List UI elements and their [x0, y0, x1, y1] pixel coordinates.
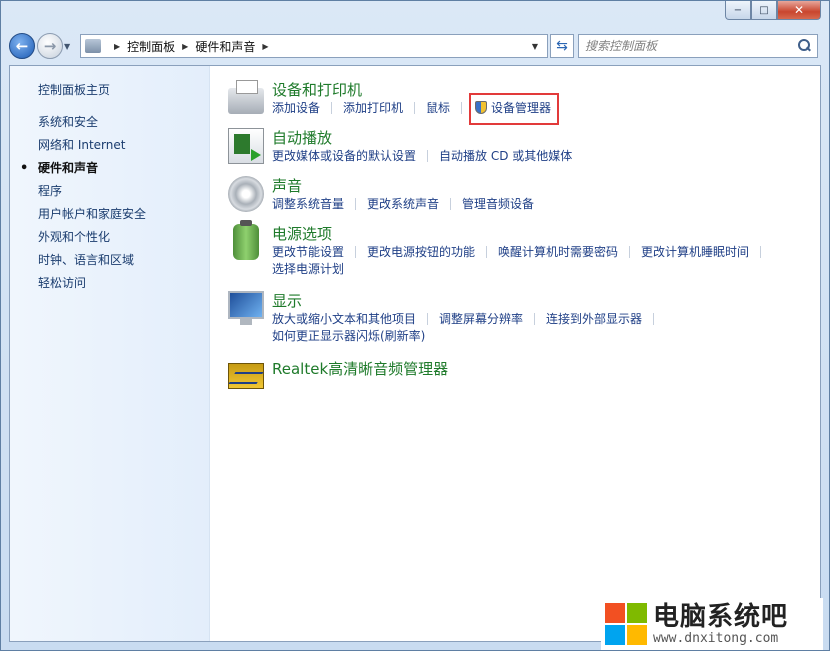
link-adjust-volume[interactable]: 调整系统音量 — [272, 196, 344, 213]
breadcrumb-arrow-icon[interactable]: ▶ — [182, 42, 188, 51]
caption-buttons: − □ ✕ — [725, 1, 821, 20]
sidebar-item-home[interactable]: 控制面板主页 — [10, 79, 209, 102]
category-realtek: Realtek高清晰音频管理器 — [228, 359, 820, 399]
link-change-system-sounds[interactable]: 更改系统声音 — [367, 196, 439, 213]
category-title[interactable]: 自动播放 — [272, 128, 572, 148]
highlight-box: 设备管理器 — [469, 93, 560, 125]
minimize-button[interactable]: − — [725, 1, 751, 20]
category-title[interactable]: 声音 — [272, 176, 534, 196]
sidebar-item-clock-language[interactable]: 时钟、语言和区域 — [10, 249, 209, 272]
back-button[interactable]: ← — [9, 33, 35, 59]
control-panel-icon — [85, 39, 101, 53]
realtek-audio-icon[interactable] — [228, 363, 264, 389]
content-area: 控制面板主页 系统和安全 网络和 Internet 硬件和声音 程序 用户帐户和… — [9, 65, 821, 642]
control-panel-window: − □ ✕ ← → ▼ ▶ 控制面板 ▶ 硬件和声音 ▶ ▼ ⇆ 控制面板主页 … — [0, 0, 830, 651]
sidebar-item-programs[interactable]: 程序 — [10, 180, 209, 203]
search-icon[interactable] — [797, 39, 811, 53]
watermark-url: www.dnxitong.com — [653, 630, 779, 646]
category-sound: 声音 调整系统音量 更改系统声音 管理音频设备 — [228, 176, 820, 224]
battery-icon[interactable] — [233, 220, 259, 260]
watermark-title: 电脑系统吧 — [653, 601, 789, 632]
category-devices-printers: 设备和打印机 添加设备 添加打印机 鼠标 设备管理器 — [228, 80, 820, 128]
link-manage-audio-devices[interactable]: 管理音频设备 — [462, 196, 534, 213]
link-power-button-function[interactable]: 更改电源按钮的功能 — [367, 244, 475, 261]
shield-icon — [475, 101, 488, 114]
search-input[interactable] — [585, 39, 797, 53]
sidebar-item-system-security[interactable]: 系统和安全 — [10, 111, 209, 134]
link-mouse[interactable]: 鼠标 — [426, 100, 450, 125]
navigation-bar: ← → ▼ ▶ 控制面板 ▶ 硬件和声音 ▶ ▼ ⇆ — [9, 29, 821, 63]
link-add-device[interactable]: 添加设备 — [272, 100, 320, 125]
recent-pages-dropdown-icon[interactable]: ▼ — [64, 42, 76, 51]
close-button[interactable]: ✕ — [777, 1, 821, 20]
link-change-power-saving[interactable]: 更改节能设置 — [272, 244, 344, 261]
link-external-display[interactable]: 连接到外部显示器 — [546, 311, 642, 328]
autoplay-icon[interactable] — [228, 128, 264, 164]
refresh-icon: ⇆ — [556, 38, 568, 54]
link-device-manager[interactable]: 设备管理器 — [491, 101, 551, 115]
refresh-button[interactable]: ⇆ — [550, 34, 574, 58]
monitor-icon[interactable] — [228, 291, 264, 325]
link-require-password-wake[interactable]: 唤醒计算机时需要密码 — [498, 244, 618, 261]
sidebar-item-hardware-sound[interactable]: 硬件和声音 — [10, 157, 209, 180]
address-dropdown-icon[interactable]: ▼ — [527, 42, 543, 51]
sidebar-item-user-accounts[interactable]: 用户帐户和家庭安全 — [10, 203, 209, 226]
site-watermark: 电脑系统吧 www.dnxitong.com — [601, 598, 823, 650]
search-box[interactable] — [578, 34, 818, 58]
link-choose-power-plan[interactable]: 选择电源计划 — [272, 261, 344, 278]
speaker-icon[interactable] — [228, 176, 264, 212]
category-power-options: 电源选项 更改节能设置 更改电源按钮的功能 唤醒计算机时需要密码 更改计算机睡眠… — [228, 220, 820, 291]
sidebar-item-ease-of-access[interactable]: 轻松访问 — [10, 272, 209, 295]
breadcrumb-arrow-icon[interactable]: ▶ — [262, 42, 268, 51]
address-bar[interactable]: ▶ 控制面板 ▶ 硬件和声音 ▶ ▼ — [80, 34, 548, 58]
link-fix-flicker[interactable]: 如何更正显示器闪烁(刷新率) — [272, 328, 425, 345]
category-title[interactable]: Realtek高清晰音频管理器 — [272, 359, 448, 379]
breadcrumb-hardware-sound[interactable]: 硬件和声音 — [195, 38, 255, 55]
forward-button[interactable]: → — [37, 33, 63, 59]
printer-icon[interactable] — [228, 80, 264, 114]
sidebar-item-network[interactable]: 网络和 Internet — [10, 134, 209, 157]
link-text-size[interactable]: 放大或缩小文本和其他项目 — [272, 311, 416, 328]
link-add-printer[interactable]: 添加打印机 — [343, 100, 403, 125]
category-title[interactable]: 显示 — [272, 291, 692, 311]
category-title[interactable]: 电源选项 — [272, 224, 792, 244]
category-display: 显示 放大或缩小文本和其他项目 调整屏幕分辨率 连接到外部显示器 如何更正显示器… — [228, 291, 820, 359]
windows-logo-icon — [605, 603, 647, 645]
breadcrumb-control-panel[interactable]: 控制面板 — [127, 38, 175, 55]
link-change-media-defaults[interactable]: 更改媒体或设备的默认设置 — [272, 148, 416, 165]
sidebar: 控制面板主页 系统和安全 网络和 Internet 硬件和声音 程序 用户帐户和… — [10, 66, 210, 641]
link-screen-resolution[interactable]: 调整屏幕分辨率 — [439, 311, 523, 328]
link-autoplay-cd[interactable]: 自动播放 CD 或其他媒体 — [439, 148, 572, 165]
main-panel: 设备和打印机 添加设备 添加打印机 鼠标 设备管理器 自动播放 更改媒体或设备的… — [210, 66, 820, 641]
sidebar-item-appearance[interactable]: 外观和个性化 — [10, 226, 209, 249]
category-autoplay: 自动播放 更改媒体或设备的默认设置 自动播放 CD 或其他媒体 — [228, 128, 820, 176]
breadcrumb-arrow-icon[interactable]: ▶ — [114, 42, 120, 51]
link-change-sleep-time[interactable]: 更改计算机睡眠时间 — [641, 244, 749, 261]
maximize-button[interactable]: □ — [751, 1, 777, 20]
